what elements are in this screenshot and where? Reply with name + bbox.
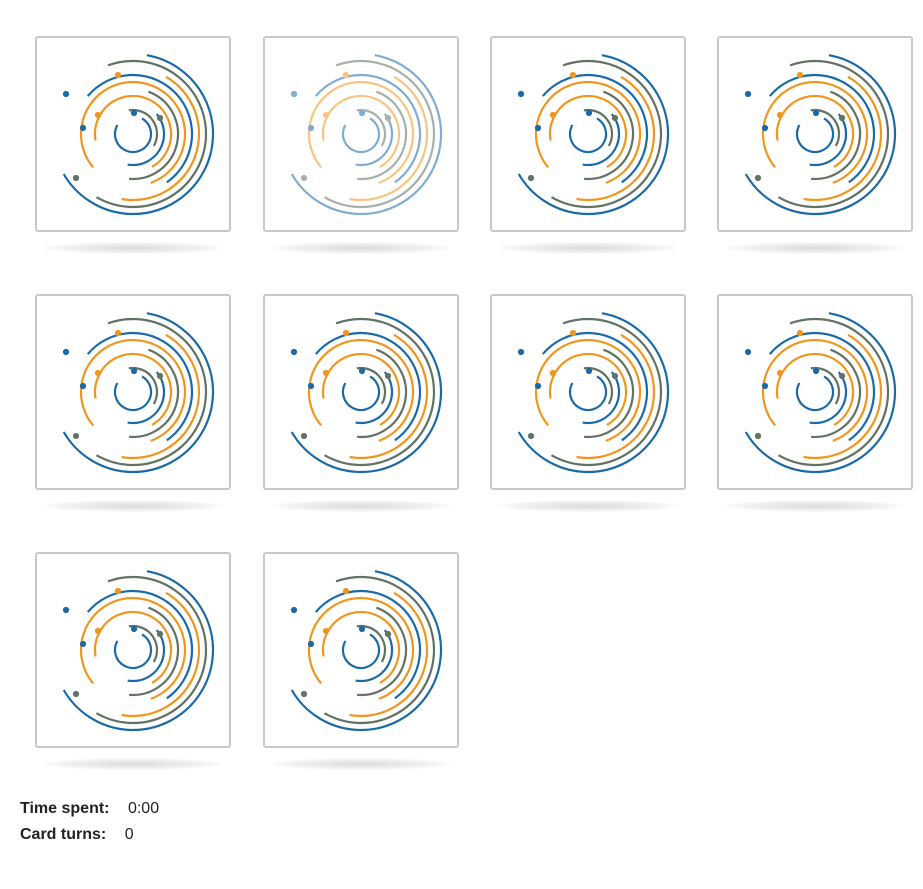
concentric-spiral-arcs-icon xyxy=(517,312,670,474)
card-shadow xyxy=(43,758,223,770)
card-shadow xyxy=(43,500,223,512)
card-shadow xyxy=(271,758,451,770)
card-slot xyxy=(263,552,459,770)
concentric-spiral-arcs-icon xyxy=(517,54,670,216)
card-shadow xyxy=(498,242,678,254)
concentric-spiral-arcs-icon xyxy=(290,312,443,474)
concentric-spiral-arcs-icon xyxy=(62,312,215,474)
concentric-spiral-arcs-icon xyxy=(290,570,443,732)
concentric-spiral-arcs-icon xyxy=(744,54,897,216)
card-slot xyxy=(490,294,686,512)
concentric-spiral-arcs-icon xyxy=(290,54,443,216)
card-turns-row: Card turns: 0 xyxy=(20,826,159,852)
time-spent-row: Time spent: 0:00 xyxy=(20,800,159,826)
card-slot xyxy=(35,294,231,512)
card-turns-value: 0 xyxy=(124,826,134,843)
card-shadow xyxy=(271,242,451,254)
card-slot xyxy=(717,294,913,512)
card-slot xyxy=(35,36,231,254)
memory-card[interactable] xyxy=(717,294,913,490)
concentric-spiral-arcs-icon xyxy=(744,312,897,474)
card-slot xyxy=(263,36,459,254)
memory-card[interactable] xyxy=(35,36,231,232)
memory-card[interactable] xyxy=(263,552,459,748)
card-slot xyxy=(717,36,913,254)
game-stats: Time spent: 0:00 Card turns: 0 xyxy=(20,800,159,852)
memory-card[interactable] xyxy=(490,36,686,232)
memory-card[interactable] xyxy=(490,294,686,490)
card-slot xyxy=(490,36,686,254)
card-shadow xyxy=(498,500,678,512)
concentric-spiral-arcs-icon xyxy=(62,54,215,216)
card-turns-label: Card turns: xyxy=(20,826,107,843)
memory-card[interactable] xyxy=(35,552,231,748)
card-slot xyxy=(263,294,459,512)
card-shadow xyxy=(725,242,905,254)
time-spent-label: Time spent: xyxy=(20,800,110,817)
card-shadow xyxy=(43,242,223,254)
time-spent-value: 0:00 xyxy=(127,800,160,817)
memory-card[interactable] xyxy=(263,36,459,232)
card-shadow xyxy=(725,500,905,512)
card-slot xyxy=(35,552,231,770)
card-board xyxy=(0,0,923,780)
memory-card[interactable] xyxy=(263,294,459,490)
card-shadow xyxy=(271,500,451,512)
memory-card[interactable] xyxy=(717,36,913,232)
memory-card[interactable] xyxy=(35,294,231,490)
concentric-spiral-arcs-icon xyxy=(62,570,215,732)
